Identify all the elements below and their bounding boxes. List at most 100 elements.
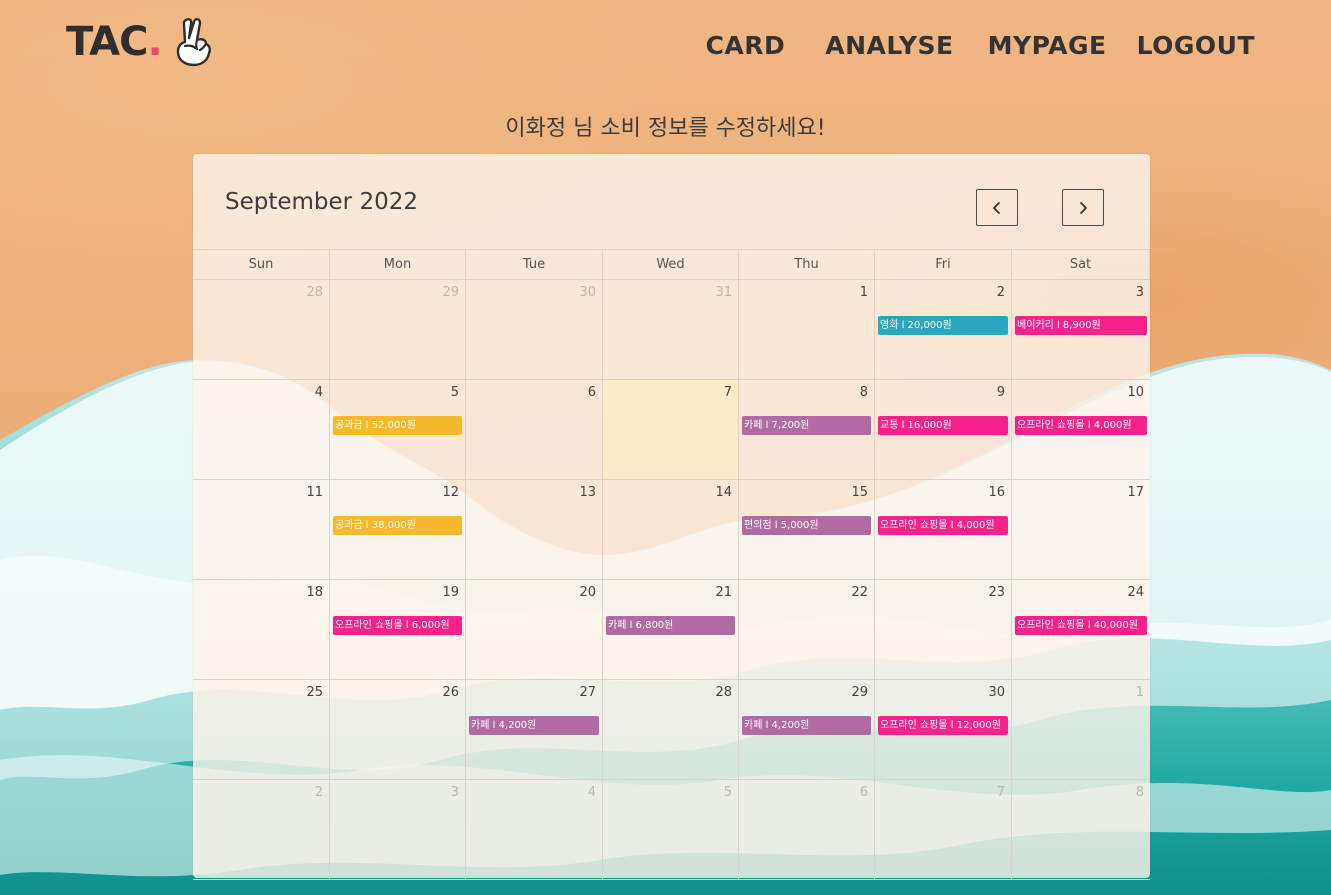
calendar-day-cell[interactable]: 21 카페 l 6,800원 [603, 580, 739, 680]
day-number: 2 [314, 785, 323, 800]
day-number: 3 [1135, 285, 1144, 300]
day-number: 2 [996, 285, 1005, 300]
nav-analyse-link[interactable]: ANALYSE [825, 31, 953, 60]
calendar-day-cell[interactable]: 8 카페 l 7,200원 [739, 380, 875, 480]
day-number: 29 [851, 685, 868, 700]
calendar-day-cell[interactable]: 29 [330, 280, 466, 380]
calendar-day-cell[interactable]: 3 베이커리 l 8,900원 [1012, 280, 1150, 380]
calendar-day-cell[interactable]: 16 오프라인 쇼핑몰 l 4,000원 [875, 480, 1012, 580]
expense-event[interactable]: 카페 l 7,200원 [742, 416, 871, 435]
calendar-day-cell[interactable]: 17 [1012, 480, 1150, 580]
day-number: 8 [859, 385, 868, 400]
calendar-day-cell[interactable]: 15 편의점 l 5,000원 [739, 480, 875, 580]
calendar-day-cell[interactable]: 5 [603, 780, 739, 880]
calendar-day-cell[interactable]: 2 영화 l 20,000원 [875, 280, 1012, 380]
calendar-day-cell[interactable]: 4 [466, 780, 603, 880]
expense-event[interactable]: 오프라인 쇼핑몰 l 4,000원 [1015, 416, 1147, 435]
expense-event[interactable]: 오프라인 쇼핑몰 l 12,000원 [878, 716, 1008, 735]
day-number: 4 [314, 385, 323, 400]
day-number: 6 [859, 785, 868, 800]
calendar-day-cell[interactable]: 24 오프라인 쇼핑몰 l 40,000원 [1012, 580, 1150, 680]
chevron-right-icon [1080, 201, 1087, 214]
calendar-day-cell[interactable]: 25 [193, 680, 330, 780]
page-subtitle: 이화정 님 소비 정보를 수정하세요! [505, 116, 826, 141]
calendar-day-cell[interactable]: 20 [466, 580, 603, 680]
day-number: 8 [1135, 785, 1144, 800]
calendar-day-cell[interactable]: 7 [875, 780, 1012, 880]
calendar-day-cell[interactable]: 28 [603, 680, 739, 780]
day-number: 1 [859, 285, 868, 300]
nav-card-link[interactable]: CARD [706, 31, 786, 60]
calendar-day-cell[interactable]: 6 [466, 380, 603, 480]
day-number: 30 [988, 685, 1005, 700]
calendar-day-cell[interactable]: 31 [603, 280, 739, 380]
calendar-day-cell[interactable]: 4 [193, 380, 330, 480]
calendar-day-cell[interactable]: 10 오프라인 쇼핑몰 l 4,000원 [1012, 380, 1150, 480]
calendar-day-cell[interactable]: 13 [466, 480, 603, 580]
expense-event[interactable]: 카페 l 4,200원 [742, 716, 871, 735]
peace-hand-icon [176, 17, 211, 67]
day-number: 17 [1127, 485, 1144, 500]
day-number: 21 [715, 585, 732, 600]
main-nav: CARD ANALYSE MYPAGE LOGOUT [706, 24, 1255, 66]
expense-event[interactable]: 편의점 l 5,000원 [742, 516, 871, 535]
expense-event[interactable]: 카페 l 4,200원 [469, 716, 599, 735]
calendar-day-cell[interactable]: 18 [193, 580, 330, 680]
expense-event[interactable]: 오프라인 쇼핑몰 l 40,000원 [1015, 616, 1147, 635]
calendar-day-cell[interactable]: 28 [193, 280, 330, 380]
weekday-header: Sun [193, 249, 330, 280]
expense-event[interactable]: 교통 l 16,000원 [878, 416, 1008, 435]
weekday-header: Sat [1012, 249, 1150, 280]
expense-event[interactable]: 카페 l 6,800원 [606, 616, 735, 635]
calendar-day-cell[interactable]: 2 [193, 780, 330, 880]
nav-mypage-link[interactable]: MYPAGE [988, 31, 1107, 60]
calendar-day-cell[interactable]: 12 공과금 l 38,000원 [330, 480, 466, 580]
calendar-day-cell[interactable]: 6 [739, 780, 875, 880]
calendar-day-cell[interactable]: 23 [875, 580, 1012, 680]
expense-event[interactable]: 공과금 l 52,000원 [333, 416, 462, 435]
day-number: 5 [723, 785, 732, 800]
weekday-header: Fri [875, 249, 1012, 280]
calendar-day-cell[interactable]: 5 공과금 l 52,000원 [330, 380, 466, 480]
calendar-day-cell[interactable]: 8 [1012, 780, 1150, 880]
day-number: 12 [442, 485, 459, 500]
day-number: 26 [442, 685, 459, 700]
calendar-day-cell[interactable]: 29 카페 l 4,200원 [739, 680, 875, 780]
next-month-button[interactable] [1062, 189, 1104, 226]
day-number: 24 [1127, 585, 1144, 600]
calendar-day-cell[interactable]: 19 오프라인 쇼핑몰 l 6,000원 [330, 580, 466, 680]
day-number: 18 [306, 585, 323, 600]
calendar-day-cell[interactable]: 14 [603, 480, 739, 580]
calendar-day-cell[interactable]: 1 [739, 280, 875, 380]
logo[interactable]: TAC. [66, 14, 214, 70]
calendar-day-cell[interactable]: 11 [193, 480, 330, 580]
expense-event[interactable]: 공과금 l 38,000원 [333, 516, 462, 535]
day-number: 16 [988, 485, 1005, 500]
day-number: 25 [306, 685, 323, 700]
calendar-day-cell[interactable]: 22 [739, 580, 875, 680]
day-number: 5 [450, 385, 459, 400]
calendar-day-cell[interactable]: 26 [330, 680, 466, 780]
calendar-day-cell[interactable]: 27 카페 l 4,200원 [466, 680, 603, 780]
day-number: 7 [996, 785, 1005, 800]
calendar-day-cell[interactable]: 3 [330, 780, 466, 880]
expense-event[interactable]: 영화 l 20,000원 [878, 316, 1008, 335]
day-number: 7 [723, 385, 732, 400]
calendar-day-cell[interactable]: 30 오프라인 쇼핑몰 l 12,000원 [875, 680, 1012, 780]
nav-logout-link[interactable]: LOGOUT [1137, 31, 1255, 60]
day-number: 19 [442, 585, 459, 600]
calendar-day-cell[interactable]: 1 [1012, 680, 1150, 780]
chevron-left-icon [993, 201, 1000, 214]
day-number: 6 [587, 385, 596, 400]
prev-month-button[interactable] [976, 189, 1018, 226]
day-number: 15 [851, 485, 868, 500]
day-number: 9 [996, 385, 1005, 400]
expense-event[interactable]: 오프라인 쇼핑몰 l 4,000원 [878, 516, 1008, 535]
calendar-day-cell[interactable]: 30 [466, 280, 603, 380]
calendar-day-cell[interactable]: 9 교통 l 16,000원 [875, 380, 1012, 480]
calendar-day-cell-today[interactable]: 7 [603, 380, 739, 480]
logo-text: TAC. [66, 19, 163, 65]
expense-event[interactable]: 오프라인 쇼핑몰 l 6,000원 [333, 616, 462, 635]
expense-event[interactable]: 베이커리 l 8,900원 [1015, 316, 1147, 335]
day-number: 28 [715, 685, 732, 700]
